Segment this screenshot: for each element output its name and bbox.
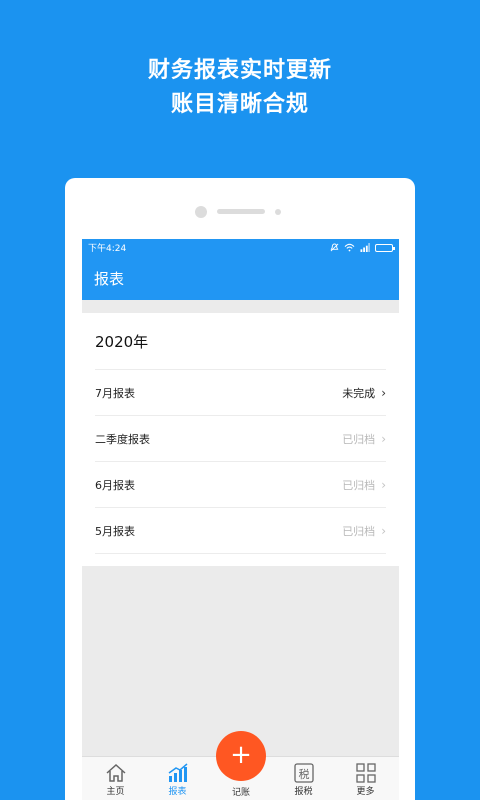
chart-icon	[168, 763, 187, 782]
tax-icon: 税	[293, 763, 314, 783]
report-row-july[interactable]: 7月报表 未完成 ›	[95, 370, 386, 416]
tab-label: 报表	[168, 787, 187, 797]
report-label: 7月报表	[95, 386, 135, 400]
promo-line-2: 账目清晰合规	[170, 92, 309, 117]
promo-line-1: 财务报表实时更新	[147, 58, 332, 83]
report-label: 5月报表	[95, 524, 135, 538]
report-row-q2[interactable]: 二季度报表 已归档 ›	[95, 416, 386, 462]
tax-icon-glyph: 税	[298, 767, 309, 781]
status-time: 下午4:24	[88, 244, 127, 254]
chevron-right-icon: ›	[381, 523, 386, 538]
promo-headline: 财务报表实时更新 账目清晰合规	[0, 54, 480, 122]
signal-icon	[360, 243, 370, 252]
home-icon	[106, 763, 125, 782]
year-heading: 2020年	[95, 313, 386, 370]
phone-mockup: 下午4:24 报表 2020年 7月报表 未完成 › 二季度报表 已归档 › 6…	[65, 178, 415, 800]
section-gap	[82, 300, 399, 313]
report-status: 已归档	[342, 432, 376, 446]
promo-screen: 财务报表实时更新 账目清晰合规 下午4:24 报表 2020年 7月报表 未完成…	[0, 0, 480, 800]
camera-icon	[195, 206, 207, 218]
tab-label: 报税	[294, 787, 313, 797]
report-status: 已归档	[342, 478, 376, 492]
report-status: 未完成	[342, 386, 376, 400]
chevron-right-icon: ›	[381, 431, 386, 446]
bottom-tab-bar: 主页 报表 + 记账 税 报税 更多	[82, 731, 399, 800]
chevron-right-icon: ›	[381, 385, 386, 400]
wifi-icon	[344, 243, 355, 252]
status-bar: 下午4:24	[82, 239, 399, 256]
tab-more[interactable]: 更多	[334, 761, 397, 800]
add-entry-button[interactable]: +	[216, 731, 266, 781]
app-bar: 报表	[82, 256, 399, 300]
tab-reports[interactable]: 报表	[146, 761, 209, 800]
report-card: 2020年 7月报表 未完成 › 二季度报表 已归档 › 6月报表 已归档 › …	[82, 313, 399, 566]
page-title: 报表	[94, 269, 125, 288]
speaker-icon	[217, 209, 265, 214]
phone-screen: 下午4:24 报表 2020年 7月报表 未完成 › 二季度报表 已归档 › 6…	[82, 239, 399, 800]
tab-tax[interactable]: 税 报税	[272, 761, 335, 800]
tab-home[interactable]: 主页	[84, 761, 147, 800]
report-label: 二季度报表	[95, 432, 150, 446]
mute-icon	[330, 243, 339, 252]
tab-label-bookkeeping: 记账	[231, 788, 250, 798]
status-icons	[330, 243, 395, 252]
phone-top-bezel	[65, 178, 415, 238]
tab-label: 主页	[106, 787, 125, 797]
chevron-right-icon: ›	[381, 477, 386, 492]
report-status: 已归档	[342, 524, 376, 538]
battery-icon	[375, 243, 395, 252]
report-row-may[interactable]: 5月报表 已归档 ›	[95, 508, 386, 554]
report-row-june[interactable]: 6月报表 已归档 ›	[95, 462, 386, 508]
report-label: 6月报表	[95, 478, 135, 492]
grid-icon	[355, 763, 376, 783]
sensor-icon	[275, 209, 281, 215]
tab-label: 更多	[356, 787, 375, 797]
